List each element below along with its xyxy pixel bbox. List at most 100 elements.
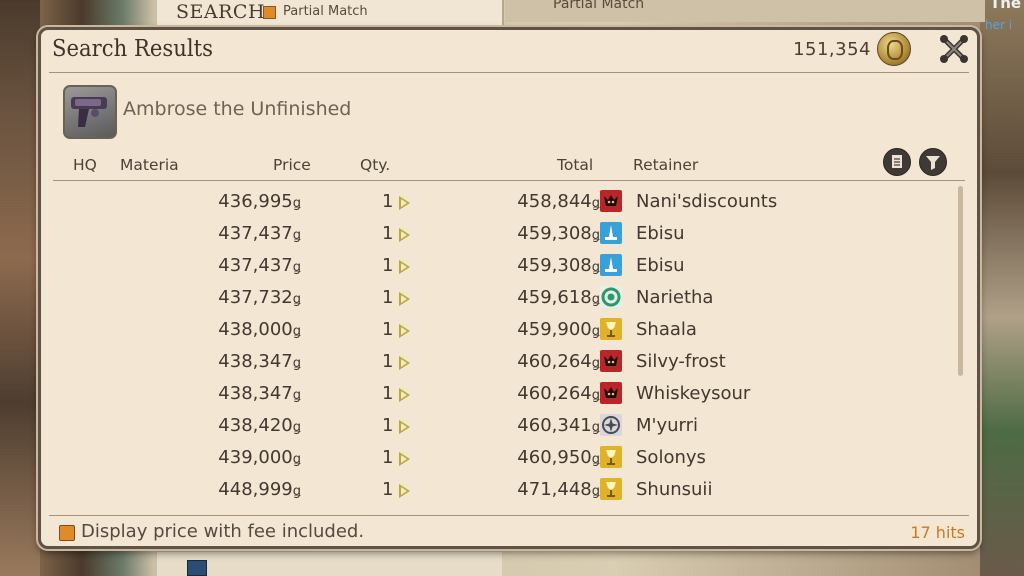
row-total: 458,844ǥ [517, 191, 600, 212]
play-arrow-icon[interactable] [399, 196, 410, 210]
gil-symbol: ǥ [292, 324, 301, 339]
gil-symbol: ǥ [591, 356, 600, 371]
background-scene-right [980, 0, 1024, 576]
column-retainer[interactable]: Retainer [633, 156, 698, 174]
partial-match-checkbox[interactable] [263, 6, 276, 19]
partial-match-label: Partial Match [283, 4, 368, 19]
row-total: 459,900ǥ [517, 319, 600, 340]
gil-symbol: ǥ [591, 196, 600, 211]
search-results-window: Search Results 151,354 Ambrose the Unfin… [38, 27, 980, 549]
retainer-city-icon [600, 190, 622, 212]
row-retainer: Whiskeysour [636, 383, 751, 404]
play-arrow-icon[interactable] [399, 452, 410, 466]
column-hq[interactable]: HQ [73, 156, 97, 174]
corner-text-2: her i [985, 18, 1013, 32]
row-retainer: Narietha [636, 287, 714, 308]
row-price: 438,347ǥ [218, 351, 301, 372]
column-price[interactable]: Price [273, 156, 311, 174]
gil-symbol: ǥ [292, 260, 301, 275]
gil-symbol: ǥ [292, 356, 301, 371]
row-total: 460,950ǥ [517, 447, 600, 468]
gil-symbol: ǥ [591, 452, 600, 467]
row-price: 437,732ǥ [218, 287, 301, 308]
row-qty: 1 [382, 319, 394, 340]
row-qty: 1 [382, 223, 394, 244]
table-row[interactable]: 438,347ǥ 1 460,264ǥ Silvy-frost [49, 346, 947, 378]
row-qty: 1 [382, 479, 394, 500]
row-retainer: Shaala [636, 319, 697, 340]
play-arrow-icon[interactable] [399, 356, 410, 370]
row-retainer: Ebisu [636, 223, 685, 244]
hit-count: 17 hits [910, 523, 965, 542]
row-price: 448,999ǥ [218, 479, 301, 500]
retainer-city-icon [600, 254, 622, 276]
item-icon[interactable] [63, 85, 117, 139]
retainer-city-icon [600, 446, 622, 468]
row-total: 460,264ǥ [517, 351, 600, 372]
search-label: SEARCH [176, 1, 266, 23]
gil-symbol: ǥ [292, 292, 301, 307]
table-row[interactable]: 436,995ǥ 1 458,844ǥ Nani'sdiscounts [49, 186, 947, 218]
row-qty: 1 [382, 255, 394, 276]
row-retainer: Nani'sdiscounts [636, 191, 778, 212]
fee-included-label[interactable]: Display price with fee included. [81, 521, 364, 542]
gil-symbol: ǥ [292, 228, 301, 243]
category-icon[interactable] [187, 560, 207, 576]
scrollbar[interactable] [958, 186, 963, 376]
row-total: 471,448ǥ [517, 479, 600, 500]
column-total[interactable]: Total [557, 156, 593, 174]
gil-symbol: ǥ [591, 484, 600, 499]
play-arrow-icon[interactable] [399, 388, 410, 402]
tools-icon[interactable] [939, 34, 969, 64]
retainer-city-icon [600, 350, 622, 372]
corner-text: The [990, 0, 1022, 12]
play-arrow-icon[interactable] [399, 292, 410, 306]
retainer-city-icon [600, 222, 622, 244]
row-qty: 1 [382, 191, 394, 212]
play-arrow-icon[interactable] [399, 260, 410, 274]
table-row[interactable]: 437,732ǥ 1 459,618ǥ Narietha [49, 282, 947, 314]
table-row[interactable]: 439,000ǥ 1 460,950ǥ Solonys [49, 442, 947, 474]
row-retainer: M'yurri [636, 415, 699, 436]
retainer-city-icon [600, 478, 622, 500]
filter-button[interactable] [919, 148, 947, 176]
row-qty: 1 [382, 447, 394, 468]
play-arrow-icon[interactable] [399, 324, 410, 338]
fee-included-checkbox[interactable] [59, 525, 75, 541]
row-total: 459,618ǥ [517, 287, 600, 308]
play-arrow-icon[interactable] [399, 484, 410, 498]
row-retainer: Ebisu [636, 255, 685, 276]
row-qty: 1 [382, 383, 394, 404]
table-row[interactable]: 438,000ǥ 1 459,900ǥ Shaala [49, 314, 947, 346]
table-row[interactable]: 438,420ǥ 1 460,341ǥ M'yurri [49, 410, 947, 442]
play-arrow-icon[interactable] [399, 420, 410, 434]
table-row[interactable]: 437,437ǥ 1 459,308ǥ Ebisu [49, 218, 947, 250]
column-qty[interactable]: Qty. [360, 156, 390, 174]
gil-symbol: ǥ [591, 292, 600, 307]
row-total: 459,308ǥ [517, 223, 600, 244]
row-price: 438,420ǥ [218, 415, 301, 436]
list-view-button[interactable] [883, 148, 911, 176]
table-row[interactable]: 438,347ǥ 1 460,264ǥ Whiskeysour [49, 378, 947, 410]
row-total: 459,308ǥ [517, 255, 600, 276]
play-arrow-icon[interactable] [399, 228, 410, 242]
background-scene-left [0, 0, 40, 576]
title-divider [49, 72, 969, 73]
row-price: 437,437ǥ [218, 255, 301, 276]
header-divider [53, 180, 965, 181]
filter-icon [926, 156, 940, 170]
weapon-icon [71, 97, 107, 127]
row-retainer: Silvy-frost [636, 351, 726, 372]
column-materia[interactable]: Materia [120, 156, 179, 174]
item-name: Ambrose the Unfinished [123, 98, 352, 120]
search-window-bottom [157, 552, 502, 576]
gil-symbol: ǥ [591, 420, 600, 435]
table-row[interactable]: 437,437ǥ 1 459,308ǥ Ebisu [49, 250, 947, 282]
gil-symbol: ǥ [292, 484, 301, 499]
row-price: 437,437ǥ [218, 223, 301, 244]
gil-coin-icon [877, 32, 911, 66]
row-qty: 1 [382, 351, 394, 372]
gil-symbol: ǥ [292, 196, 301, 211]
row-price: 436,995ǥ [218, 191, 301, 212]
table-row[interactable]: 448,999ǥ 1 471,448ǥ Shunsuii [49, 474, 947, 506]
